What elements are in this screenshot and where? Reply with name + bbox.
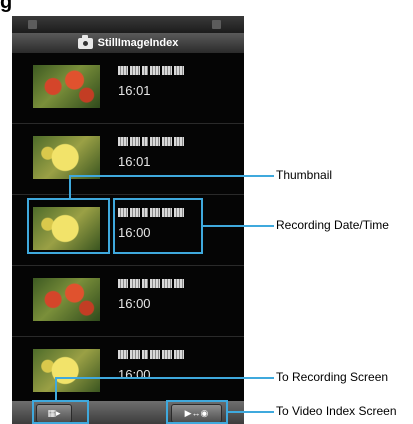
thumbnail-image[interactable]: [33, 278, 100, 321]
recording-date: [118, 66, 184, 75]
recording-time: 16:00: [118, 367, 151, 382]
thumbnail-image[interactable]: [33, 65, 100, 108]
list-item[interactable]: 16:01: [12, 124, 244, 195]
thumbnail-leader: [69, 175, 274, 177]
list-item[interactable]: 16:01: [12, 53, 244, 124]
page-heading: g: [0, 0, 13, 13]
title-bar: StillImageIndex: [12, 33, 244, 53]
callout-to-video-index: To Video Index Screen: [276, 404, 397, 418]
callout-recording-datetime: Recording Date/Time: [276, 218, 389, 232]
thumbnail-image[interactable]: [33, 349, 100, 392]
callout-thumbnail: Thumbnail: [276, 168, 333, 182]
thumbnail-highlight: [27, 198, 110, 254]
datetime-leader: [203, 225, 274, 227]
status-icon: [212, 20, 221, 29]
recording-time: 16:01: [118, 154, 151, 169]
app-title: StillImageIndex: [97, 37, 179, 49]
recording-leader-vertical: [55, 377, 57, 401]
recording-date: [118, 350, 184, 359]
status-bar: [12, 16, 244, 33]
recording-time: 16:00: [118, 296, 151, 311]
thumbnail-leader-vertical: [69, 175, 71, 199]
recording-time: 16:01: [118, 83, 151, 98]
recording-date: [118, 279, 184, 288]
video-index-button-highlight: [166, 400, 228, 424]
datetime-highlight: [113, 198, 203, 254]
thumbnail-image[interactable]: [33, 136, 100, 179]
callout-to-recording: To Recording Screen: [276, 370, 389, 384]
list-item[interactable]: 16:00: [12, 266, 244, 337]
recording-leader: [55, 377, 274, 379]
record-button-highlight: [32, 400, 89, 424]
status-icon: [28, 20, 37, 29]
list-item[interactable]: 16:00: [12, 337, 244, 408]
video-index-leader: [228, 411, 274, 413]
recording-date: [118, 137, 184, 146]
camera-icon: [77, 34, 93, 49]
